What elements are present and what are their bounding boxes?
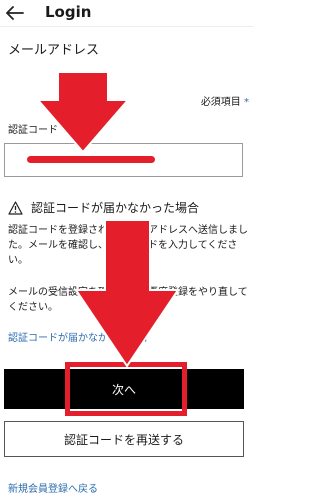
verification-code-input[interactable]: [4, 143, 243, 177]
back-to-registration-link[interactable]: 新規会員登録へ戻る: [8, 483, 98, 497]
help-paragraph-2: メールの受信設定を確認の上、再度登録をやり直してください。: [8, 287, 248, 313]
redaction-mark: [27, 156, 155, 163]
required-note-text: 必須項目: [200, 97, 241, 108]
highlight-frame: [65, 362, 187, 416]
top-bar: [0, 0, 253, 28]
email-section-label: メールアドレス: [8, 43, 100, 58]
help-paragraph-1: 認証コードを登録されたメールアドレスへ送信しました。メールを確認し、認証コードを…: [8, 225, 248, 266]
code-label-text: 認証コード: [8, 125, 58, 136]
warning-triangle-icon: [8, 201, 23, 215]
page-title: Login: [45, 3, 92, 21]
code-required-asterisk: *: [61, 125, 67, 136]
code-field-label: 認証コード *: [8, 124, 66, 138]
required-asterisk: *: [244, 97, 249, 108]
required-note: 必須項目 *: [201, 96, 249, 110]
help-title: 認証コードが届かなかった場合: [31, 201, 200, 215]
arrow-left-icon[interactable]: [6, 6, 24, 20]
header-divider: [0, 26, 253, 27]
code-not-received-link[interactable]: 認証コードが届かなかった場合: [8, 332, 148, 346]
resend-code-button[interactable]: 認証コードを再送する: [4, 421, 244, 457]
upper-arrow: [35, 71, 131, 154]
